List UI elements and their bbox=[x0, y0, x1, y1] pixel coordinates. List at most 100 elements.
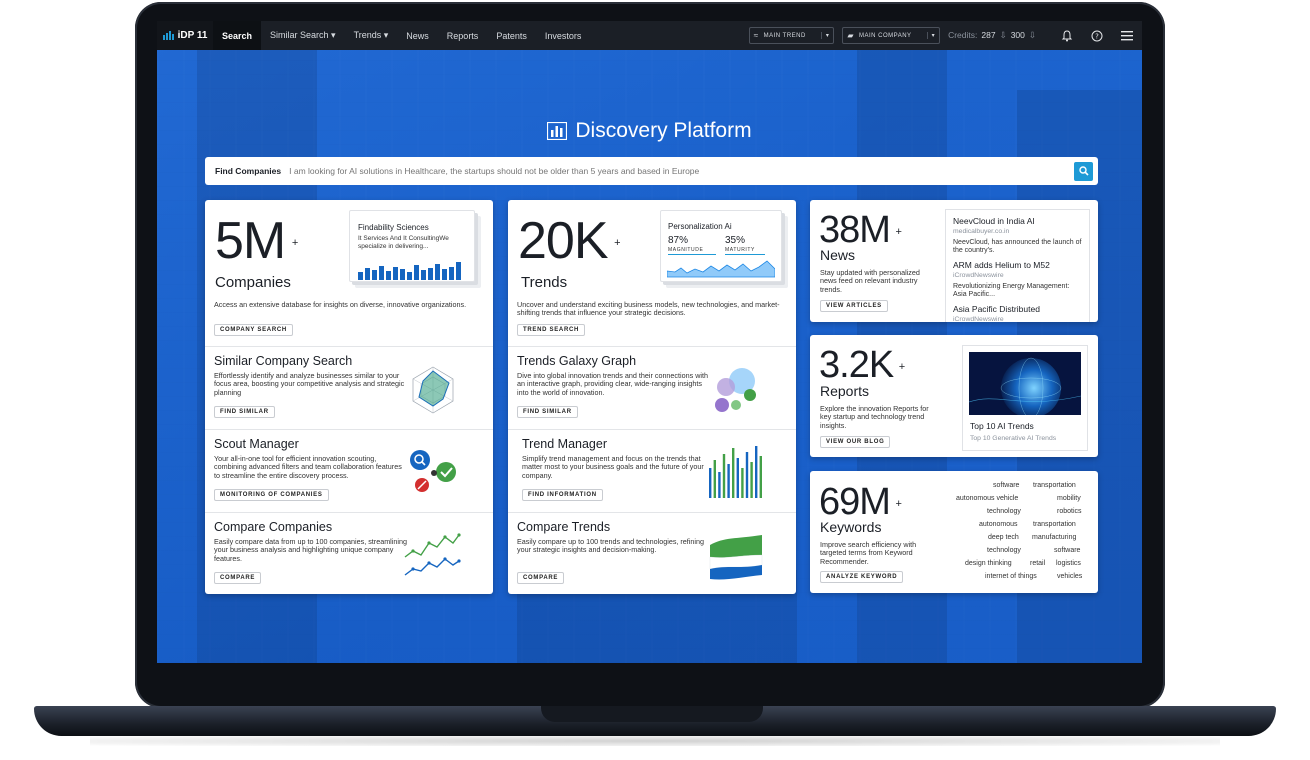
page-title-text: Discovery Platform bbox=[575, 119, 752, 142]
laptop-shadow bbox=[90, 736, 1220, 746]
keyword-tag[interactable]: logistics bbox=[1056, 560, 1081, 567]
radar-chart-icon bbox=[412, 366, 454, 414]
section-title: Compare Trends bbox=[517, 520, 611, 534]
report-preview-sub: Top 10 Generative AI Trends bbox=[970, 435, 1057, 442]
find-similar-button[interactable]: FIND SIMILAR bbox=[517, 406, 578, 418]
trend-bar bbox=[718, 472, 721, 498]
keyword-tag[interactable]: mobility bbox=[1057, 495, 1081, 502]
main-trend-select[interactable]: ≈ MAIN TREND ▾ bbox=[748, 27, 835, 44]
help-icon[interactable]: ? bbox=[1082, 21, 1112, 50]
sparkline-bar bbox=[393, 267, 398, 280]
main-company-select[interactable]: ▰ MAIN COMPANY ▾ bbox=[842, 27, 941, 44]
section-desc: Easily compare up to 100 trends and tech… bbox=[517, 537, 704, 555]
keyword-tag[interactable]: autonomous vehicle bbox=[956, 495, 1018, 502]
view-articles-button[interactable]: VIEW ARTICLES bbox=[820, 300, 888, 312]
sparkline-bar bbox=[442, 269, 447, 280]
chevron-down-icon: ▾ bbox=[820, 32, 830, 39]
keyword-tag[interactable]: manufacturing bbox=[1032, 534, 1076, 541]
hamburger-menu-icon[interactable] bbox=[1112, 21, 1142, 50]
trend-bar bbox=[713, 460, 716, 498]
sparkline-bar bbox=[449, 267, 454, 280]
keyword-tag[interactable]: technology bbox=[987, 547, 1021, 554]
keyword-tag[interactable]: internet of things bbox=[985, 573, 1037, 580]
keyword-tag[interactable]: design thinking bbox=[965, 560, 1012, 567]
compare-button[interactable]: COMPARE bbox=[214, 572, 262, 584]
keyword-tag[interactable]: vehicles bbox=[1057, 573, 1082, 580]
find-information-button[interactable]: FIND INFORMATION bbox=[522, 489, 603, 501]
keyword-tag[interactable]: software bbox=[1054, 547, 1080, 554]
analyze-keyword-button[interactable]: ANALYZE KEYWORD bbox=[820, 571, 904, 583]
main-trend-label: MAIN TREND bbox=[763, 32, 806, 39]
search-icon bbox=[1078, 166, 1089, 176]
trend-bar bbox=[759, 456, 762, 498]
sparkline-bar bbox=[428, 268, 433, 280]
companies-count: 5M + bbox=[215, 212, 298, 270]
news-item-title[interactable]: ARM adds Helium to M52 bbox=[953, 260, 1050, 270]
keyword-tag[interactable]: technology bbox=[987, 508, 1021, 515]
trends-card: 20K + Trends Personalization Ai 87% MAGNI… bbox=[508, 200, 796, 594]
magnitude-label: MAGNITUDE bbox=[668, 247, 704, 253]
sparkline-bar bbox=[414, 265, 419, 280]
keyword-tag[interactable]: deep tech bbox=[988, 534, 1019, 541]
bar-chart-logo-icon bbox=[162, 31, 174, 40]
keyword-tag[interactable]: software bbox=[993, 482, 1019, 489]
companies-stat: 5M + bbox=[215, 212, 298, 270]
svg-text:?: ? bbox=[1095, 32, 1099, 40]
nav-trends[interactable]: Trends ▾ bbox=[345, 21, 398, 50]
company-preview-card[interactable]: Findability Sciences It Services And It … bbox=[349, 210, 475, 282]
keyword-tag[interactable]: retail bbox=[1030, 560, 1045, 567]
news-label: News bbox=[820, 247, 856, 263]
keywords-count: 69M + bbox=[819, 481, 902, 523]
nav-investors[interactable]: Investors bbox=[536, 21, 591, 50]
compare-button[interactable]: COMPARE bbox=[517, 572, 565, 584]
monitoring-companies-button[interactable]: MONITORING OF COMPANIES bbox=[214, 489, 329, 501]
nav-patents[interactable]: Patents bbox=[487, 21, 536, 50]
search-input[interactable] bbox=[287, 165, 1074, 177]
news-item-source: iCrowdNewswire bbox=[953, 316, 1004, 322]
trend-area-sparkline bbox=[667, 260, 775, 278]
keyword-tag[interactable]: transportation bbox=[1033, 482, 1076, 489]
laptop-notch bbox=[541, 706, 763, 722]
notification-bell-icon[interactable] bbox=[1052, 21, 1082, 50]
section-desc: Easily compare data from up to 100 compa… bbox=[214, 537, 407, 563]
trend-search-button[interactable]: TREND SEARCH bbox=[517, 324, 586, 336]
keyword-tag[interactable]: transportation bbox=[1033, 521, 1076, 528]
section-desc: Effortlessly identify and analyze busine… bbox=[214, 371, 405, 397]
scout-manager-section: Scout Manager Your all-in-one tool for e… bbox=[205, 429, 493, 513]
top-navbar: iDP 11 Search Similar Search ▾ Trends ▾ … bbox=[157, 21, 1142, 50]
news-item-source: iCrowdNewswire bbox=[953, 272, 1004, 279]
reports-stat: 3.2K + bbox=[819, 346, 905, 384]
keyword-tag[interactable]: robotics bbox=[1057, 508, 1082, 515]
section-title: Trends Galaxy Graph bbox=[517, 354, 637, 368]
bar-chart-icon bbox=[547, 122, 568, 140]
keywords-card: 69M + Keywords Improve search efficiency … bbox=[810, 471, 1098, 593]
keyword-tag[interactable]: autonomous bbox=[979, 521, 1018, 528]
find-companies-search: Find Companies bbox=[205, 157, 1098, 185]
news-feed-list[interactable]: NeevCloud in India AI medicalbuyer.co.in… bbox=[945, 209, 1090, 322]
report-preview-title: Top 10 AI Trends bbox=[970, 421, 1034, 431]
sparkline-bar bbox=[400, 269, 405, 280]
maturity-label: MATURITY bbox=[725, 247, 755, 253]
report-preview-card[interactable]: Top 10 AI Trends Top 10 Generative AI Tr… bbox=[962, 345, 1088, 451]
news-item-title[interactable]: NeevCloud in India AI bbox=[953, 216, 1035, 226]
screen: iDP 11 Search Similar Search ▾ Trends ▾ … bbox=[157, 21, 1142, 663]
trends-label: Trends bbox=[521, 274, 568, 291]
find-similar-button[interactable]: FIND SIMILAR bbox=[214, 406, 275, 418]
section-desc: Your all-in-one tool for efficient innov… bbox=[214, 454, 402, 480]
news-item-body: NeevCloud, has announced the launch of t… bbox=[953, 239, 1082, 255]
trend-bar bbox=[741, 468, 744, 498]
compare-companies-section: Compare Companies Easily compare data fr… bbox=[205, 512, 493, 594]
view-blog-button[interactable]: VIEW OUR BLOG bbox=[820, 436, 891, 448]
brand-logo[interactable]: iDP 11 bbox=[157, 21, 213, 50]
nav-search[interactable]: Search bbox=[213, 21, 262, 50]
search-button[interactable] bbox=[1074, 161, 1093, 181]
sparkline-bar bbox=[456, 262, 461, 280]
company-search-button[interactable]: COMPANY SEARCH bbox=[214, 324, 293, 336]
nav-reports[interactable]: Reports bbox=[438, 21, 488, 50]
news-item-title[interactable]: Asia Pacific Distributed bbox=[953, 304, 1040, 314]
nav-similar-search[interactable]: Similar Search ▾ bbox=[261, 21, 345, 50]
news-stat: 38M + bbox=[819, 211, 902, 249]
trend-preview-card[interactable]: Personalization Ai 87% MAGNITUDE 35% MAT… bbox=[660, 210, 782, 282]
nav-news[interactable]: News bbox=[397, 21, 438, 50]
section-title: Trend Manager bbox=[522, 437, 607, 451]
